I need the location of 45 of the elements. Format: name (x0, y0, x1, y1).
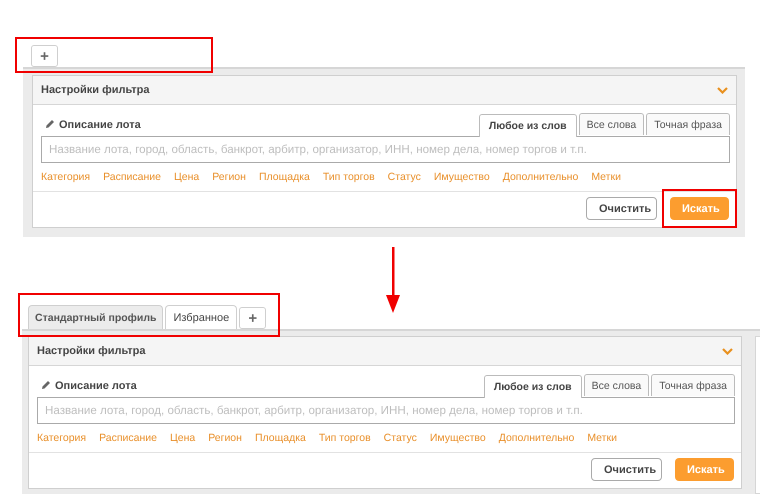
filter-link[interactable]: Имущество (434, 171, 490, 183)
match-mode-tab[interactable]: Все слова (578, 113, 644, 135)
filter-link[interactable]: Площадка (258, 171, 310, 183)
filter-link[interactable]: Дополнительно (498, 432, 574, 444)
field-label: Описание лота (59, 119, 141, 131)
match-mode-tab[interactable]: Точная фраза (646, 113, 730, 135)
pencil-icon (41, 380, 51, 390)
chevron-down-icon[interactable] (717, 86, 728, 94)
filter-link[interactable]: Цена (174, 171, 200, 183)
filter-link[interactable]: Статус (388, 171, 421, 183)
field-label: Описание лота (55, 380, 137, 392)
profile-tab[interactable]: Избранное (165, 305, 238, 329)
filter-link[interactable]: Дополнительно (502, 171, 578, 183)
pencil-icon (45, 119, 55, 129)
add-tab-button[interactable]: + (31, 45, 58, 67)
chevron-down-icon[interactable] (722, 348, 733, 354)
panel-title: Настройки фильтра (41, 84, 150, 96)
filter-link[interactable]: Регион (208, 432, 242, 444)
arrow-drawing (386, 247, 400, 313)
search-field[interactable]: Название лота, город, область, банкрот, арбитр, организатор, ИНН, номер дела, номер торгов и т.п. (41, 136, 730, 163)
filter-link[interactable]: Площадка (254, 432, 306, 444)
match-mode-tab[interactable]: Любое из слов (478, 114, 577, 137)
search-button[interactable]: Искать (670, 197, 729, 220)
profile-tab[interactable]: Стандартный профиль (28, 305, 164, 329)
match-mode-tab[interactable]: Все слова (584, 374, 650, 396)
match-mode-tab[interactable]: Любое из слов (484, 375, 582, 398)
filter-link[interactable]: Статус (384, 432, 417, 444)
search-field[interactable]: Название лота, город, область, банкрот, арбитр, организатор, ИНН, номер дела, номер торгов и т.п. (37, 397, 735, 424)
panel-title: Настройки фильтра (37, 345, 146, 357)
clear-button[interactable]: Очистить (591, 458, 662, 481)
filter-link[interactable]: Тип торгов (322, 171, 375, 183)
filter-link[interactable]: Цена (170, 432, 196, 444)
filter-link[interactable]: Категория (41, 171, 90, 183)
filter-link[interactable]: Тип торгов (318, 432, 371, 444)
filter-link[interactable]: Метки (591, 171, 621, 183)
filter-link[interactable]: Регион (212, 171, 246, 183)
filter-link[interactable]: Метки (587, 432, 617, 444)
match-mode-tab[interactable]: Точная фраза (651, 374, 735, 396)
add-tab-button[interactable]: + (239, 307, 266, 329)
filter-link[interactable]: Расписание (99, 432, 157, 444)
filter-link[interactable]: Расписание (103, 171, 161, 183)
filter-link[interactable]: Категория (37, 432, 86, 444)
filter-link[interactable]: Имущество (430, 432, 486, 444)
clear-button[interactable]: Очистить (586, 197, 657, 220)
search-button[interactable]: Искать (675, 458, 734, 481)
